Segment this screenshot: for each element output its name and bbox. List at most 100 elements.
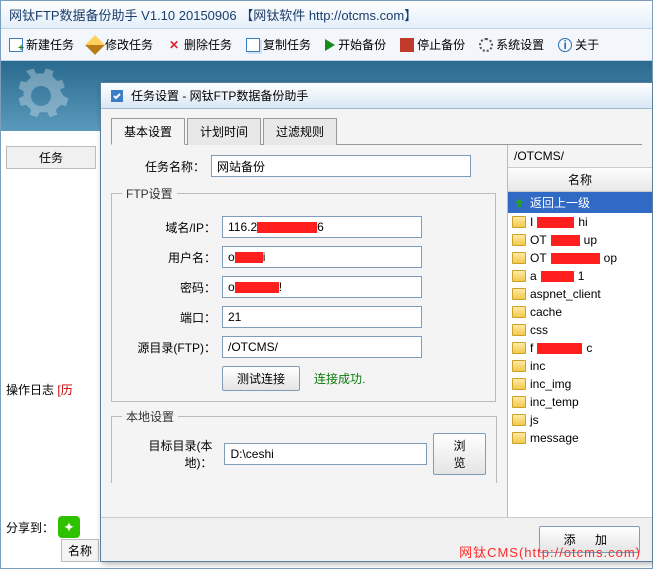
dstdir-input[interactable]	[224, 443, 426, 465]
edit-icon	[85, 35, 105, 55]
local-fieldset: 本地设置 目标目录(本地)： 浏览	[111, 408, 497, 483]
op-log-label: 操作日志 [历	[6, 381, 73, 398]
test-result: 连接成功.	[314, 370, 365, 387]
remote-path: /OTCMS/	[508, 145, 652, 167]
folder-icon	[512, 288, 526, 300]
dialog-body: 基本设置 计划时间 过滤规则 任务名称： FTP设置 域名/IP： 116.26…	[101, 109, 652, 529]
stop-label: 停止备份	[417, 36, 465, 53]
share-row: 分享到： ✦	[6, 516, 80, 538]
tab-schedule[interactable]: 计划时间	[187, 118, 261, 145]
srcdir-input[interactable]	[222, 336, 422, 358]
stop-icon	[400, 38, 414, 52]
list-item[interactable]: js	[508, 411, 652, 429]
list-item[interactable]: inc	[508, 357, 652, 375]
info-icon: i	[558, 38, 572, 52]
folder-icon	[512, 432, 526, 444]
list-item[interactable]: aspnet_client	[508, 285, 652, 303]
list-item[interactable]: a1	[508, 267, 652, 285]
edit-label: 修改任务	[105, 36, 153, 53]
redaction	[235, 282, 279, 293]
gear-bg-icon	[11, 66, 71, 126]
folder-icon	[512, 324, 526, 336]
dialog-footer: 添 加	[101, 517, 652, 561]
dstdir-label: 目标目录(本地)：	[122, 437, 218, 471]
srcdir-label: 源目录(FTP)：	[122, 339, 222, 356]
host-input[interactable]: 116.26	[222, 216, 422, 238]
start-backup-button[interactable]: 开始备份	[319, 33, 392, 56]
name-column-header[interactable]: 名称	[508, 167, 652, 192]
ftp-legend: FTP设置	[122, 185, 177, 202]
list-item[interactable]: fc	[508, 339, 652, 357]
task-name-input[interactable]	[211, 155, 471, 177]
user-input[interactable]: oi	[222, 246, 422, 268]
settings-label: 系统设置	[496, 36, 544, 53]
folder-icon	[512, 414, 526, 426]
pass-label: 密码：	[122, 279, 222, 296]
play-icon	[325, 39, 335, 51]
tab-basic[interactable]: 基本设置	[111, 118, 185, 145]
list-item[interactable]: OTop	[508, 249, 652, 267]
up-arrow-icon	[512, 196, 526, 210]
list-item[interactable]: Ihi	[508, 213, 652, 231]
up-one-level[interactable]: 返回上一级	[508, 192, 652, 213]
settings-button[interactable]: 系统设置	[473, 33, 550, 56]
folder-icon	[512, 378, 526, 390]
test-connection-button[interactable]: 测试连接	[222, 366, 300, 391]
redaction	[551, 235, 580, 246]
task-list-header: 任务	[6, 146, 96, 169]
wechat-icon[interactable]: ✦	[58, 516, 80, 538]
user-label: 用户名：	[122, 249, 222, 266]
port-label: 端口：	[122, 309, 222, 326]
copy-icon	[246, 38, 260, 52]
dialog-title-bar[interactable]: 任务设置 - 网钛FTP数据备份助手	[101, 83, 652, 109]
list-item[interactable]: OTup	[508, 231, 652, 249]
folder-icon	[512, 342, 526, 354]
browse-button[interactable]: 浏览	[433, 433, 486, 475]
left-pane: 任务	[6, 146, 96, 169]
pass-input[interactable]: o!	[222, 276, 422, 298]
add-button[interactable]: 添 加	[539, 526, 640, 553]
main-toolbar: 新建任务 修改任务 ✕删除任务 复制任务 开始备份 停止备份 系统设置 i关于	[1, 29, 652, 61]
share-label: 分享到：	[6, 519, 54, 536]
start-label: 开始备份	[338, 36, 386, 53]
history-link[interactable]: [历	[57, 383, 72, 397]
delete-task-button[interactable]: ✕删除任务	[161, 33, 238, 56]
list-item[interactable]: cache	[508, 303, 652, 321]
remote-file-list: /OTCMS/ 名称 返回上一级IhiOTupOTopa1aspnet_clie…	[507, 145, 652, 535]
redaction	[541, 271, 574, 282]
list-item[interactable]: inc_temp	[508, 393, 652, 411]
new-task-button[interactable]: 新建任务	[3, 33, 80, 56]
local-legend: 本地设置	[122, 408, 178, 425]
list-item[interactable]: inc_img	[508, 375, 652, 393]
redaction	[257, 222, 317, 233]
main-title: 网钛FTP数据备份助手 V1.10 20150906 【网钛软件 http://…	[1, 1, 652, 29]
app-icon	[109, 88, 125, 104]
tab-filter[interactable]: 过滤规则	[263, 118, 337, 145]
redaction	[537, 343, 582, 354]
delete-icon: ✕	[167, 38, 181, 52]
new-label: 新建任务	[26, 36, 74, 53]
folder-icon	[512, 216, 526, 228]
redaction	[235, 252, 263, 263]
task-settings-dialog: 任务设置 - 网钛FTP数据备份助手 基本设置 计划时间 过滤规则 任务名称： …	[100, 82, 653, 562]
folder-icon	[512, 396, 526, 408]
folder-icon	[512, 234, 526, 246]
copy-task-button[interactable]: 复制任务	[240, 33, 317, 56]
folder-icon	[512, 270, 526, 282]
gear-icon	[479, 38, 493, 52]
port-input[interactable]	[222, 306, 422, 328]
folder-icon	[512, 360, 526, 372]
list-item[interactable]: message	[508, 429, 652, 447]
stop-backup-button[interactable]: 停止备份	[394, 33, 471, 56]
host-label: 域名/IP：	[122, 219, 222, 236]
list-item[interactable]: css	[508, 321, 652, 339]
bottom-name-header: 名称	[61, 539, 99, 562]
copy-label: 复制任务	[263, 36, 311, 53]
task-name-row: 任务名称：	[111, 155, 496, 177]
tab-bar: 基本设置 计划时间 过滤规则	[111, 117, 642, 145]
delete-label: 删除任务	[184, 36, 232, 53]
folder-icon	[512, 306, 526, 318]
ftp-fieldset: FTP设置 域名/IP： 116.26 用户名： oi 密码： o! 端口： 源…	[111, 185, 496, 402]
edit-task-button[interactable]: 修改任务	[82, 33, 159, 56]
about-button[interactable]: i关于	[552, 33, 605, 56]
